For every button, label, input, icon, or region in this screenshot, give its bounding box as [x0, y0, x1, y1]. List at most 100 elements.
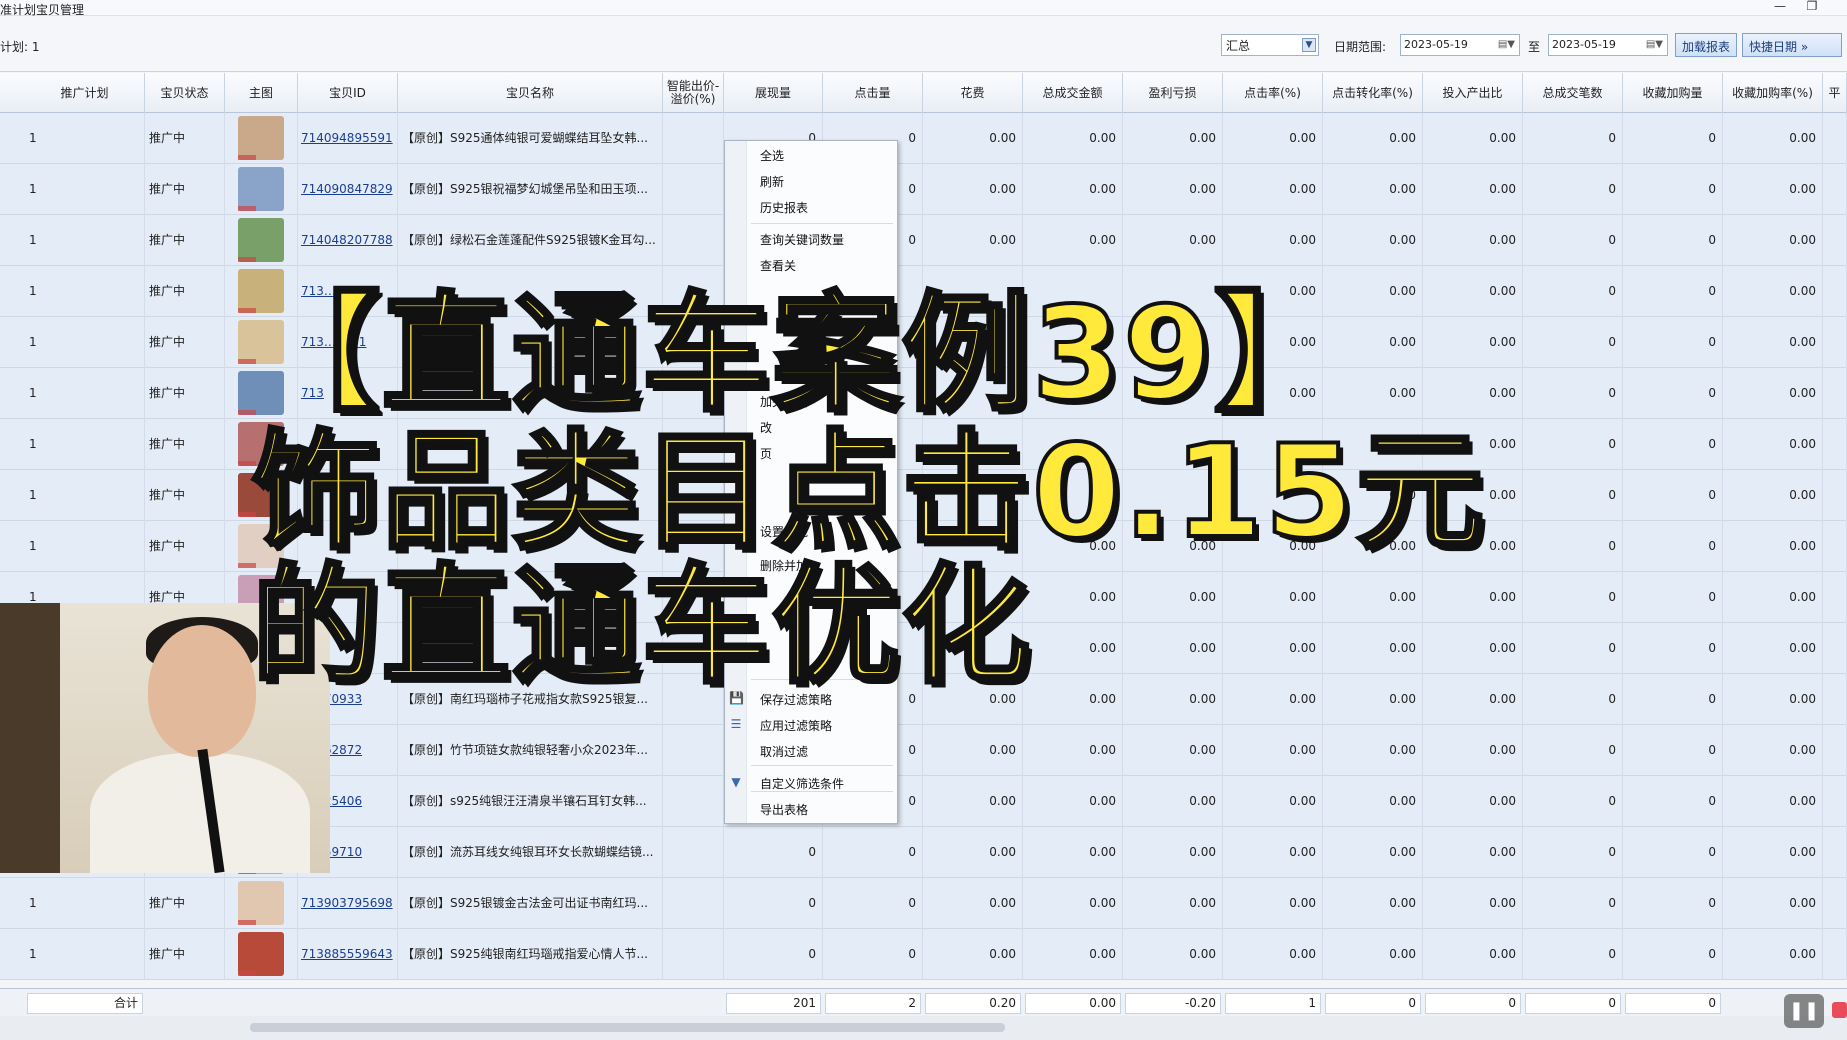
menu-item[interactable]: 刷新	[760, 173, 784, 190]
cell-favrate: 0.00	[1723, 470, 1823, 521]
totals-row: 合计 201 2 0.20 0.00 -0.20 1 0 0 0 0	[0, 988, 1847, 1016]
column-header[interactable]: 收藏加购量	[1623, 73, 1723, 113]
column-header[interactable]: 智能出价- 溢价(%)	[663, 73, 724, 113]
period-select[interactable]: 汇总 ▼	[1221, 34, 1319, 56]
menu-item[interactable]: 历史报表	[760, 199, 808, 216]
column-header[interactable]: 总成交金额	[1023, 73, 1123, 113]
cell-name: 【原创】S925银祝福梦幻城堡吊坠和田玉项...	[398, 164, 663, 215]
cell-orders: 0	[1523, 470, 1623, 521]
menu-item[interactable]: 导出表格	[760, 801, 808, 818]
pause-icon[interactable]: ❚❚	[1784, 994, 1824, 1028]
cell-orders: 0	[1523, 521, 1623, 572]
column-header[interactable]: 宝贝状态	[145, 73, 225, 113]
cell-gmv: 0.00	[1023, 776, 1123, 827]
minimize-icon[interactable]: —	[1770, 0, 1790, 14]
column-header[interactable]: 收藏加购率(%)	[1723, 73, 1823, 113]
cell-orders: 0	[1523, 929, 1623, 980]
cell-bid-premium	[663, 113, 724, 164]
column-header[interactable]: 总成交笔数	[1523, 73, 1623, 113]
cell-plan: 1	[25, 878, 145, 929]
cell-ctr: 0.00	[1223, 674, 1323, 725]
table-row[interactable]: 1 推广中 714094895591 【原创】S925通体纯银可爱蝴蝶结耳坠女韩...…	[0, 113, 1847, 164]
headline-line-3: 的直通车优化	[250, 550, 1033, 703]
quick-date-button[interactable]: 快捷日期 »	[1742, 33, 1842, 57]
column-header[interactable]: 点击率(%)	[1223, 73, 1323, 113]
date-to-input[interactable]: 2023-05-19 ▤▼	[1548, 34, 1668, 56]
cell-ctr: 0.00	[1223, 929, 1323, 980]
cell-fav: 0	[1623, 266, 1723, 317]
apply-filter-icon: ☰	[730, 717, 742, 731]
cell-gmv: 0.00	[1023, 623, 1123, 674]
menu-item[interactable]: 查询关键词数量	[760, 231, 844, 248]
cell-cvr: 0.00	[1323, 623, 1423, 674]
cell-plan: 1	[25, 266, 145, 317]
product-thumbnail[interactable]	[238, 167, 284, 211]
cell-cvr: 0.00	[1323, 929, 1423, 980]
chevron-down-icon[interactable]: ▼	[1302, 38, 1316, 52]
total-cost: 0.20	[925, 993, 1021, 1014]
cell-orders: 0	[1523, 776, 1623, 827]
menu-separator	[751, 223, 893, 224]
table-row[interactable]: 1 推广中 713885559643 【原创】S925纯银南红玛瑙戒指爱心情人节...…	[0, 929, 1847, 980]
cell-name: 【原创】s925纯银汪汪清泉半镶石耳钉女韩...	[398, 776, 663, 827]
product-thumbnail[interactable]	[238, 881, 284, 925]
column-header[interactable]: 展现量	[724, 73, 823, 113]
menu-item[interactable]: 应用过滤策略	[760, 717, 832, 734]
menu-item[interactable]: 自定义筛选条件	[760, 775, 844, 792]
item-id-link[interactable]: 713903795698	[298, 878, 398, 929]
cell-gmv: 0.00	[1023, 113, 1123, 164]
menu-item[interactable]: 取消过滤	[760, 743, 808, 760]
column-header[interactable]: 宝贝名称	[398, 73, 663, 113]
cell-favrate: 0.00	[1723, 572, 1823, 623]
column-header[interactable]: 点击量	[823, 73, 923, 113]
restore-icon[interactable]: ❐	[1802, 0, 1822, 14]
product-thumbnail[interactable]	[238, 932, 284, 976]
calendar-icon[interactable]: ▤▼	[1498, 39, 1515, 50]
cell-cvr: 0.00	[1323, 113, 1423, 164]
total-ctr: 1	[1225, 993, 1321, 1014]
column-header[interactable]: 推广计划	[25, 73, 145, 113]
cell-name: 【原创】S925通体纯银可爱蝴蝶结耳坠女韩...	[398, 113, 663, 164]
cell-favrate: 0.00	[1723, 164, 1823, 215]
cell-status: 推广中	[145, 419, 225, 470]
column-header[interactable]: 点击转化率(%)	[1323, 73, 1423, 113]
column-header[interactable]: 主图	[225, 73, 298, 113]
table-row[interactable]: 1 推广中 714090847829 【原创】S925银祝福梦幻城堡吊坠和田玉项...…	[0, 164, 1847, 215]
cell-more	[1823, 827, 1847, 878]
cell-clicks: 0	[823, 878, 923, 929]
column-header[interactable]: 花费	[923, 73, 1023, 113]
cell-more	[1823, 113, 1847, 164]
total-impressions: 201	[726, 993, 821, 1014]
cell-fav: 0	[1623, 725, 1723, 776]
cell-favrate: 0.00	[1723, 368, 1823, 419]
menu-item[interactable]: 全选	[760, 147, 784, 164]
cell-roi: 0.00	[1423, 215, 1523, 266]
item-id-link[interactable]: 714094895591	[298, 113, 398, 164]
horizontal-scrollbar[interactable]	[0, 1016, 1847, 1040]
column-header[interactable]: 投入产出比	[1423, 73, 1523, 113]
title-bar: 准计划宝贝管理 — ❐	[0, 0, 1847, 17]
cell-fav: 0	[1623, 215, 1723, 266]
cell-cvr: 0.00	[1323, 776, 1423, 827]
item-id-link[interactable]: 713885559643	[298, 929, 398, 980]
cell-ctr: 0.00	[1223, 827, 1323, 878]
cell-profit: 0.00	[1123, 878, 1223, 929]
period-select-value: 汇总	[1226, 39, 1251, 53]
date-from-input[interactable]: 2023-05-19 ▤▼	[1400, 34, 1520, 56]
total-roi: 0	[1425, 993, 1521, 1014]
product-thumbnail[interactable]	[238, 116, 284, 160]
column-header[interactable]: 宝贝ID	[298, 73, 398, 113]
cell-orders: 0	[1523, 827, 1623, 878]
scrollbar-thumb[interactable]	[250, 1023, 1005, 1032]
cell-favrate: 0.00	[1723, 776, 1823, 827]
table-row[interactable]: 1 推广中 713903795698 【原创】S925银镀金古法金可出证书南红玛...…	[0, 878, 1847, 929]
column-header[interactable]: 盈利亏损	[1123, 73, 1223, 113]
column-header[interactable]: 平	[1823, 73, 1847, 113]
cell-profit: 0.00	[1123, 725, 1223, 776]
cell-favrate: 0.00	[1723, 623, 1823, 674]
item-id-link[interactable]: 714090847829	[298, 164, 398, 215]
record-icon[interactable]	[1832, 1002, 1847, 1018]
load-report-button[interactable]: 加载报表	[1675, 33, 1738, 57]
calendar-icon[interactable]: ▤▼	[1646, 39, 1663, 50]
cell-fav: 0	[1623, 572, 1723, 623]
